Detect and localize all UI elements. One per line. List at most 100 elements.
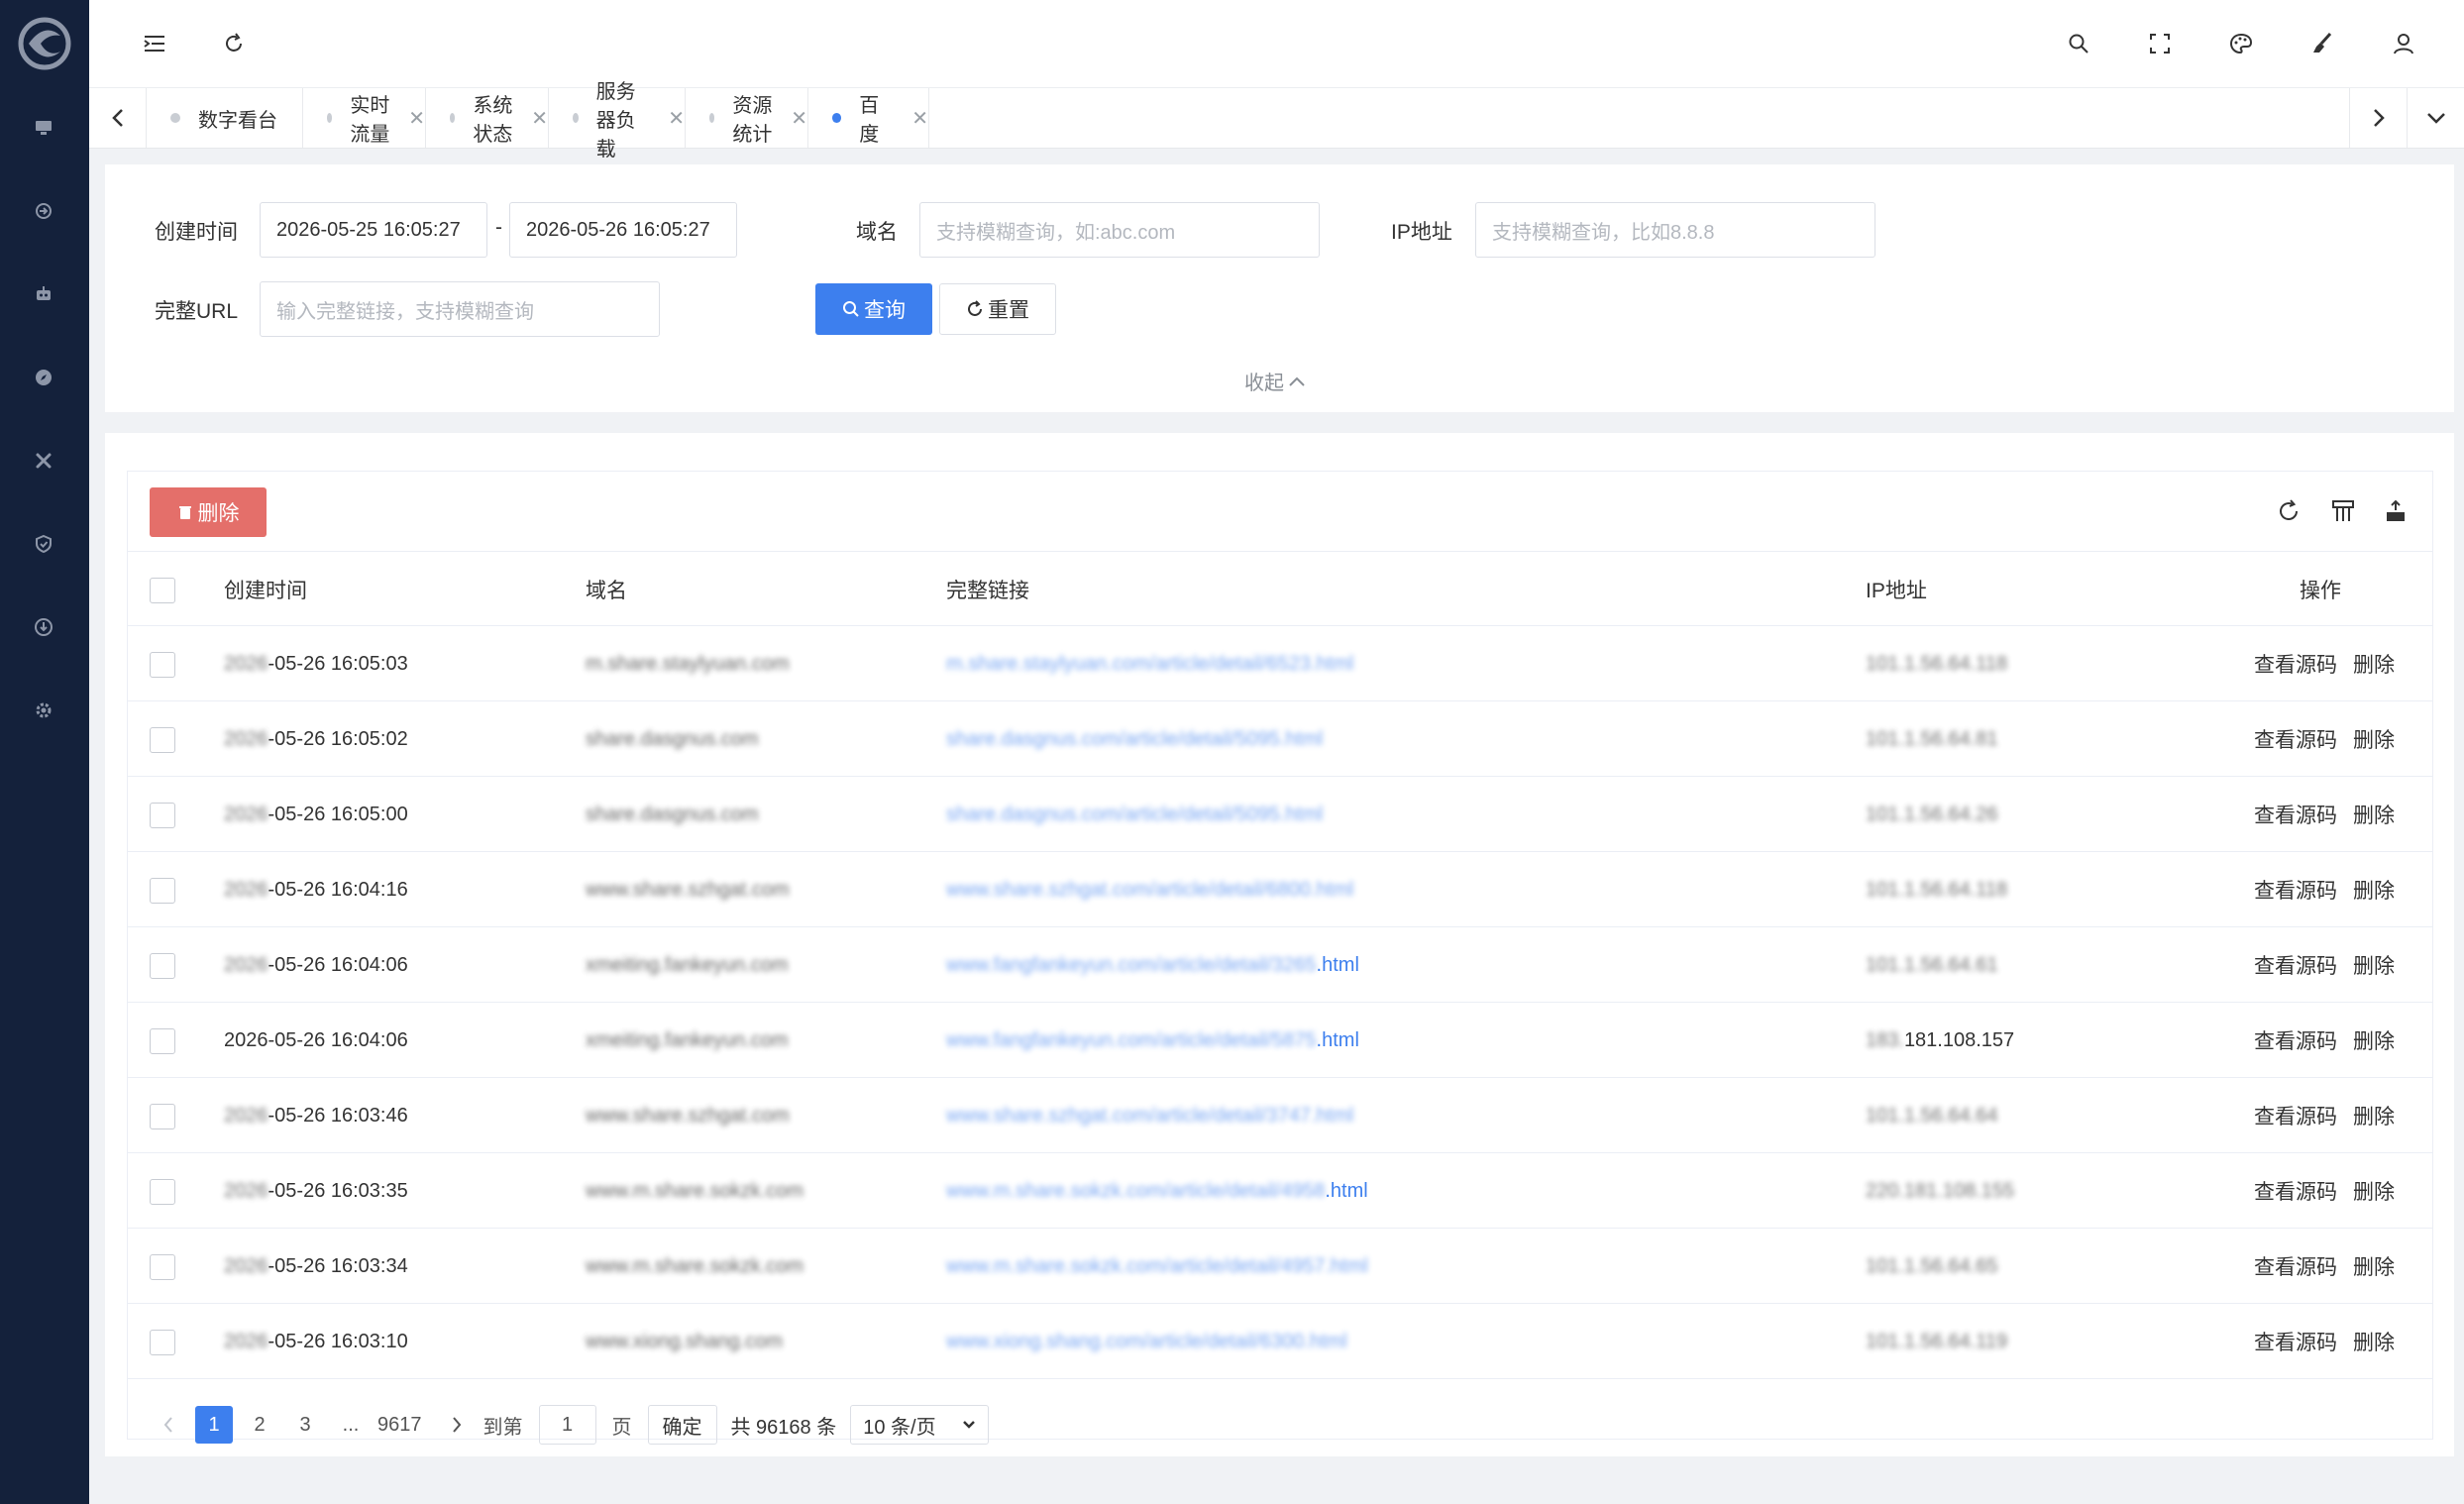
row-delete-link[interactable]: 删除 <box>2353 1101 2395 1130</box>
robot-icon[interactable] <box>27 277 60 311</box>
logo-icon[interactable] <box>15 14 74 73</box>
tab-close-icon[interactable]: ✕ <box>531 106 548 131</box>
row-delete-link[interactable]: 删除 <box>2353 875 2395 905</box>
table-refresh-icon[interactable] <box>2271 493 2306 529</box>
download-icon[interactable] <box>27 610 60 644</box>
goto-confirm-button[interactable]: 确定 <box>647 1405 717 1445</box>
row-checkbox[interactable] <box>150 1028 175 1054</box>
view-source-link[interactable]: 查看源码 <box>2254 950 2337 980</box>
menu-fold-icon[interactable] <box>137 26 172 61</box>
tab-close-icon[interactable]: ✕ <box>911 106 928 131</box>
row-checkbox[interactable] <box>150 1330 175 1355</box>
palette-icon[interactable] <box>2223 26 2259 61</box>
ip-value-blurred: 101.1.56.64.65 <box>1866 1254 1998 1277</box>
goto-page-input[interactable]: 1 <box>538 1405 596 1445</box>
row-checkbox[interactable] <box>150 803 175 828</box>
cell-full-url[interactable]: www.xiong.shang.com/article/detail/6300.… <box>946 1304 1347 1379</box>
cell-full-url[interactable]: www.share.szhgat.com/article/detail/3747… <box>946 1078 1353 1153</box>
full-url-input[interactable]: 输入完整链接，支持模糊查询 <box>260 281 660 337</box>
ip-value-blurred: 220.181.108.155 <box>1866 1179 2015 1202</box>
row-delete-link[interactable]: 删除 <box>2353 1025 2395 1055</box>
collapse-toggle[interactable]: 收起 <box>1244 367 1306 395</box>
page-2[interactable]: 2 <box>241 1406 278 1444</box>
row-delete-link[interactable]: 删除 <box>2353 649 2395 679</box>
view-source-link[interactable]: 查看源码 <box>2254 875 2337 905</box>
row-checkbox[interactable] <box>150 652 175 678</box>
page-ellipsis[interactable]: ... <box>332 1406 370 1444</box>
col-full-url[interactable]: 完整链接 <box>946 552 1029 627</box>
gear-icon[interactable] <box>27 694 60 727</box>
view-source-link[interactable]: 查看源码 <box>2254 1025 2337 1055</box>
view-source-link[interactable]: 查看源码 <box>2254 649 2337 679</box>
monitor-icon[interactable] <box>27 111 60 145</box>
cell-full-url[interactable]: www.m.share.sokzk.com/article/detail/495… <box>946 1229 1368 1304</box>
search-icon[interactable] <box>2061 26 2096 61</box>
tabs-scroll-right-icon[interactable] <box>2349 88 2407 148</box>
view-source-link[interactable]: 查看源码 <box>2254 724 2337 754</box>
view-source-link[interactable]: 查看源码 <box>2254 1251 2337 1281</box>
domain-input[interactable]: 支持模糊查询，如:abc.com <box>919 202 1320 258</box>
cell-full-url[interactable]: www.share.szhgat.com/article/detail/6800… <box>946 852 1353 927</box>
search-button-label: 查询 <box>864 299 906 322</box>
col-ip[interactable]: IP地址 <box>1866 552 1927 627</box>
batch-delete-button[interactable]: 删除 <box>150 487 267 537</box>
tabs-scroll-left-icon[interactable] <box>89 88 147 148</box>
row-delete-link[interactable]: 删除 <box>2353 1251 2395 1281</box>
page-last[interactable]: 9617 <box>377 1406 422 1444</box>
tab-3[interactable]: 服务器负载 ✕ <box>549 81 686 161</box>
row-checkbox[interactable] <box>150 1104 175 1129</box>
tab-5[interactable]: 百度 ✕ <box>808 88 929 148</box>
row-checkbox[interactable] <box>150 1254 175 1280</box>
start-date-input[interactable]: 2026-05-25 16:05:27 <box>260 202 487 258</box>
tab-2[interactable]: 系统状态 ✕ <box>426 88 549 148</box>
page-1[interactable]: 1 <box>195 1406 233 1444</box>
fullscreen-icon[interactable] <box>2142 26 2178 61</box>
shield-icon[interactable] <box>27 527 60 561</box>
export-icon[interactable] <box>2378 493 2413 529</box>
compass-icon[interactable] <box>27 361 60 394</box>
page-3[interactable]: 3 <box>286 1406 324 1444</box>
column-settings-icon[interactable] <box>2325 493 2361 529</box>
tab-close-icon[interactable]: ✕ <box>408 106 425 131</box>
tab-close-icon[interactable]: ✕ <box>791 106 807 131</box>
user-icon[interactable] <box>2386 26 2421 61</box>
row-delete-link[interactable]: 删除 <box>2353 1176 2395 1206</box>
col-created-time[interactable]: 创建时间 <box>224 552 307 627</box>
cell-full-url[interactable]: share.dasgnus.com/article/detail/5095.ht… <box>946 701 1323 777</box>
tab-1[interactable]: 实时流量 ✕ <box>303 88 426 148</box>
tab-close-icon[interactable]: ✕ <box>668 106 685 131</box>
cell-full-url[interactable]: www.fangfankeyun.com/article/detail/5875… <box>946 1003 1359 1078</box>
reset-button[interactable]: 重置 <box>939 283 1056 335</box>
traffic-icon[interactable] <box>27 194 60 228</box>
row-checkbox[interactable] <box>150 953 175 979</box>
select-all-checkbox[interactable] <box>150 578 175 603</box>
row-delete-link[interactable]: 删除 <box>2353 1327 2395 1356</box>
tab-0[interactable]: 数字看台 <box>147 88 303 148</box>
view-source-link[interactable]: 查看源码 <box>2254 1176 2337 1206</box>
row-delete-link[interactable]: 删除 <box>2353 800 2395 829</box>
row-delete-link[interactable]: 删除 <box>2353 950 2395 980</box>
row-checkbox[interactable] <box>150 878 175 904</box>
view-source-link[interactable]: 查看源码 <box>2254 1327 2337 1356</box>
next-page-icon[interactable] <box>438 1406 476 1444</box>
row-delete-link[interactable]: 删除 <box>2353 724 2395 754</box>
ip-input[interactable]: 支持模糊查询，比如8.8.8 <box>1475 202 1875 258</box>
cell-full-url[interactable]: share.dasgnus.com/article/detail/5095.ht… <box>946 777 1323 852</box>
end-date-input[interactable]: 2026-05-26 16:05:27 <box>509 202 737 258</box>
row-checkbox[interactable] <box>150 727 175 753</box>
tabs-dropdown-icon[interactable] <box>2407 88 2464 148</box>
col-domain[interactable]: 域名 <box>586 552 627 627</box>
tab-4[interactable]: 资源统计 ✕ <box>686 88 808 148</box>
row-checkbox[interactable] <box>150 1179 175 1205</box>
view-source-link[interactable]: 查看源码 <box>2254 1101 2337 1130</box>
cell-full-url[interactable]: www.m.share.sokzk.com/article/detail/495… <box>946 1153 1368 1229</box>
prev-page-icon[interactable] <box>150 1406 187 1444</box>
cell-full-url[interactable]: www.fangfankeyun.com/article/detail/3265… <box>946 927 1359 1003</box>
brush-icon[interactable] <box>2304 26 2340 61</box>
cell-full-url[interactable]: m.share.staylyuan.com/article/detail/652… <box>946 626 1353 701</box>
tools-icon[interactable] <box>27 444 60 478</box>
search-button[interactable]: 查询 <box>815 283 932 335</box>
page-size-select[interactable]: 10 条/页 <box>850 1405 990 1445</box>
refresh-icon[interactable] <box>216 26 252 61</box>
view-source-link[interactable]: 查看源码 <box>2254 800 2337 829</box>
